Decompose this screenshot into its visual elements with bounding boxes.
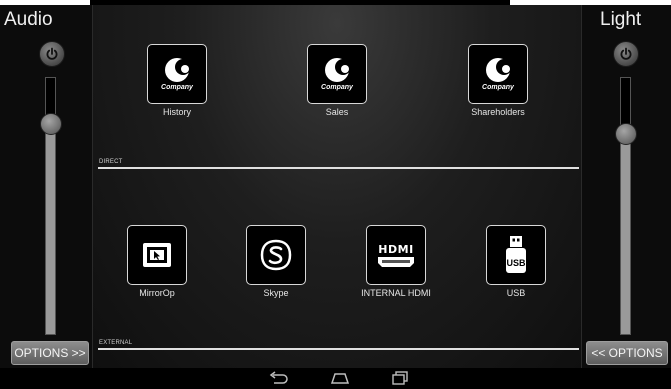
system-nav-bar — [0, 368, 671, 389]
source-selection-panel: Company History Company Sales Company Sh… — [93, 5, 581, 368]
mirrorop-tile-icon-box — [127, 225, 187, 285]
usb-icon-text: USB — [506, 258, 526, 268]
light-slider-knob[interactable] — [615, 123, 637, 145]
tile-skype[interactable]: Skype — [206, 225, 346, 298]
direct-divider — [98, 167, 579, 169]
power-icon — [46, 47, 58, 60]
hdmi-icon-text: HDMI — [378, 242, 414, 256]
usb-tile-icon-box: USB — [486, 225, 546, 285]
light-panel: Light << OPTIONS — [581, 5, 671, 368]
audio-title: Audio — [4, 9, 53, 30]
tile-label: INTERNAL HDMI — [361, 288, 431, 298]
light-level-slider[interactable] — [620, 77, 631, 335]
light-title: Light — [600, 9, 642, 30]
hdmi-connector-icon — [378, 256, 414, 267]
recent-apps-icon[interactable] — [391, 371, 409, 385]
app-window: Audio OPTIONS >> Company History Company… — [0, 0, 671, 389]
light-options-button[interactable]: << OPTIONS — [586, 341, 668, 365]
audio-slider-knob[interactable] — [40, 113, 62, 135]
tile-history[interactable]: Company History — [107, 44, 247, 117]
external-section-label: EXTERNAL — [99, 340, 133, 346]
hdmi-tile-icon-box: HDMI — [366, 225, 426, 285]
company-logo-icon — [165, 58, 191, 82]
skype-icon — [260, 239, 292, 271]
hdmi-icon: HDMI — [378, 243, 413, 256]
light-power-button[interactable] — [613, 41, 639, 67]
company-logo-text: Company — [161, 84, 193, 91]
company-logo-icon — [325, 58, 351, 82]
external-divider — [98, 348, 579, 350]
tile-label: USB — [506, 288, 526, 298]
history-tile-icon-box: Company — [147, 44, 207, 104]
tile-label: Skype — [263, 288, 289, 298]
company-logo-text: Company — [321, 84, 353, 91]
company-logo-icon — [486, 58, 512, 82]
power-icon — [620, 47, 632, 60]
audio-options-button[interactable]: OPTIONS >> — [11, 341, 89, 365]
audio-power-button[interactable] — [39, 41, 65, 67]
tile-label: Sales — [325, 107, 349, 117]
company-logo-text: Company — [482, 84, 514, 91]
shareholders-tile-icon-box: Company — [468, 44, 528, 104]
tile-label: History — [162, 107, 191, 117]
back-icon[interactable] — [268, 371, 288, 385]
tile-usb[interactable]: USB USB — [446, 225, 586, 298]
mirrorop-icon — [143, 243, 171, 267]
tile-label: Shareholders — [471, 107, 525, 117]
tile-sales[interactable]: Company Sales — [267, 44, 407, 117]
tile-internal-hdmi[interactable]: HDMI INTERNAL HDMI — [326, 225, 466, 298]
audio-panel: Audio OPTIONS >> — [0, 5, 93, 368]
direct-section-label: DIRECT — [99, 159, 123, 165]
skype-tile-icon-box — [246, 225, 306, 285]
sales-tile-icon-box: Company — [307, 44, 367, 104]
usb-icon — [506, 236, 526, 273]
home-icon[interactable] — [329, 371, 351, 385]
tile-shareholders[interactable]: Company Shareholders — [428, 44, 568, 117]
